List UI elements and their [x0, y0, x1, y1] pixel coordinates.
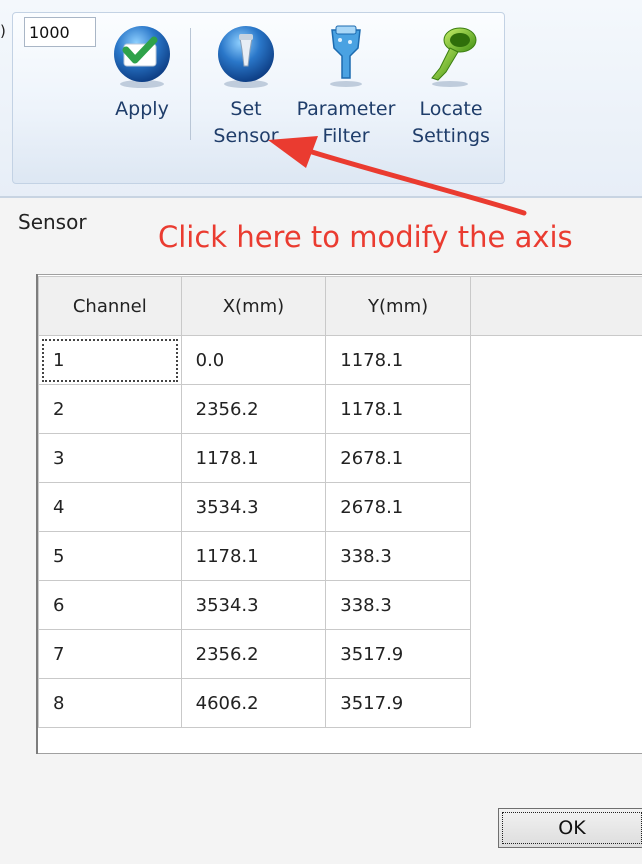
- annotation-arrow-icon: [268, 136, 527, 216]
- annotation-text: Click here to modify the axis: [158, 220, 573, 254]
